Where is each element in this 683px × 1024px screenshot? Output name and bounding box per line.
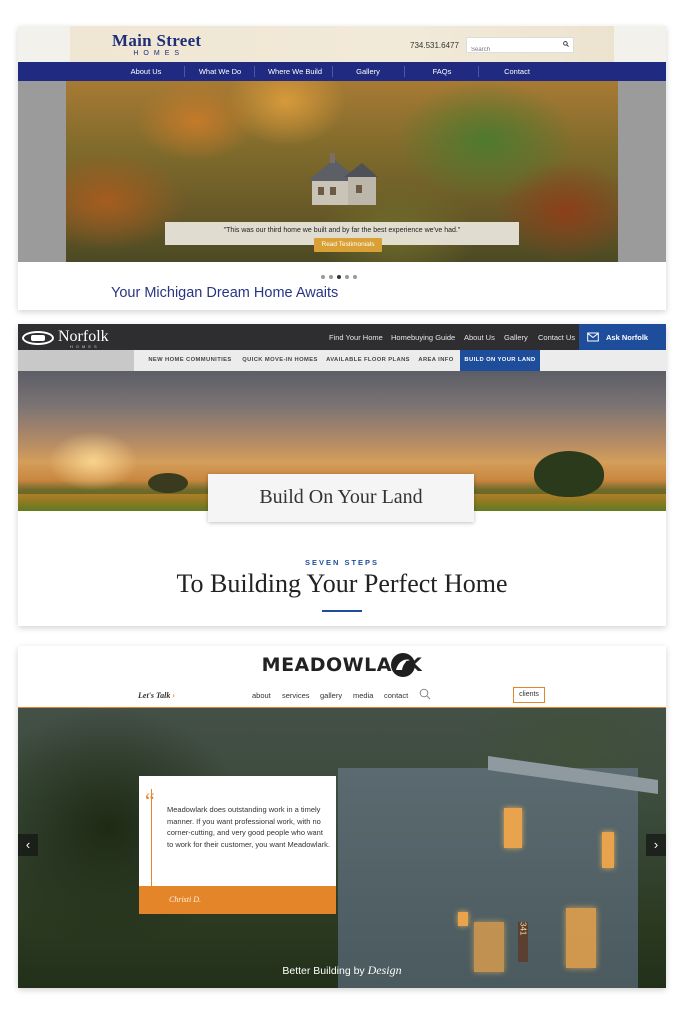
slider-prev-button[interactable]: ‹ (18, 834, 38, 856)
testimonial-quote: "This was our third home we built and by… (223, 227, 461, 234)
ask-norfolk-button[interactable]: Ask Norfolk (579, 324, 666, 350)
house-image (308, 153, 378, 205)
sub-nav-quick-move-in[interactable]: QUICK MOVE-IN HOMES (242, 357, 318, 363)
bird-logo-icon (391, 653, 415, 677)
banner-title: Build On Your Land (259, 486, 423, 508)
menu-gallery[interactable]: gallery (320, 691, 342, 700)
norfolk-logo[interactable]: Norfolk HOMES (22, 328, 132, 349)
ask-norfolk-label: Ask Norfolk (606, 333, 649, 342)
phone-number[interactable]: 734.531.6477 (410, 41, 459, 50)
lit-window (602, 832, 614, 868)
nav-item-contact[interactable]: Contact (504, 67, 530, 76)
nav-divider (332, 66, 333, 77)
clients-button[interactable]: clients (513, 687, 545, 703)
lets-talk-label: Let's Talk (138, 691, 171, 700)
sun-glow (48, 431, 138, 491)
envelope-icon (587, 332, 599, 342)
menu-services[interactable]: services (282, 691, 310, 700)
meadowlark-site-screenshot: MEADOWLARK Let's Talk › about services g… (18, 646, 666, 988)
norfolk-top-bar: Norfolk HOMES Find Your Home Homebuying … (18, 324, 666, 350)
search-input[interactable] (467, 43, 559, 57)
nav-divider (404, 66, 405, 77)
nav-divider (254, 66, 255, 77)
sub-nav: NEW HOME COMMUNITIES QUICK MOVE-IN HOMES… (18, 350, 666, 371)
top-nav-find-your-home[interactable]: Find Your Home (329, 333, 383, 342)
footer-tagline: Better Building by Design (18, 963, 666, 978)
search-icon[interactable] (419, 688, 431, 700)
mainstreet-header: Main Street HOMES 734.531.6477 (18, 26, 666, 62)
slide-dot-active[interactable] (337, 275, 341, 279)
heading-underline (322, 610, 362, 612)
house-number-digits: 341 (518, 922, 528, 936)
sub-nav-floor-plans[interactable]: AVAILABLE FLOOR PLANS (326, 357, 410, 363)
footer-tagline-emphasis: Design (367, 963, 402, 977)
section-heading: To Building Your Perfect Home (176, 569, 508, 598)
meadowlark-logo[interactable]: MEADOWLARK (18, 654, 666, 676)
sub-nav-active-label: BUILD ON YOUR LAND (464, 357, 536, 363)
sub-nav-area-info[interactable]: AREA INFO (418, 357, 453, 363)
mainstreet-logo-sub: HOMES (133, 50, 185, 57)
norfolk-logo-mark (22, 331, 54, 345)
nav-item-gallery[interactable]: Gallery (356, 67, 380, 76)
distant-trees (148, 473, 188, 493)
testimonial-author-bar: Christi D. (139, 886, 336, 914)
tagline: Your Michigan Dream Home Awaits (111, 285, 339, 301)
lit-window (566, 908, 596, 968)
footer-tagline-prefix: Better Building by (282, 965, 365, 977)
sub-nav-build-on-your-land[interactable]: BUILD ON YOUR LAND (460, 350, 540, 371)
house-night-photo: 341 (18, 708, 666, 988)
slide-dot[interactable] (321, 275, 325, 279)
sub-nav-new-home-communities[interactable]: NEW HOME COMMUNITIES (148, 357, 231, 363)
read-testimonials-button[interactable]: Read Testimonials (314, 238, 382, 252)
top-nav-about-us[interactable]: About Us (464, 333, 495, 342)
mainstreet-logo-name: Main Street (112, 31, 202, 50)
slider-pagination (321, 266, 361, 284)
hero-slider: "This was our third home we built and by… (18, 81, 666, 262)
search-icon[interactable] (563, 41, 569, 47)
top-nav-homebuying-guide[interactable]: Homebuying Guide (391, 333, 455, 342)
slider-next-button[interactable]: › (646, 834, 666, 856)
top-nav-contact-us[interactable]: Contact Us (538, 333, 575, 342)
house-number: 341 (518, 922, 528, 962)
nav-item-what-we-do[interactable]: What We Do (199, 67, 241, 76)
lets-talk-link[interactable]: Let's Talk › (138, 691, 175, 700)
chevron-right-icon: › (172, 691, 176, 700)
nav-item-about-us[interactable]: About Us (131, 67, 162, 76)
testimonial-author: Christi D. (169, 895, 202, 904)
banner-title-box: Build On Your Land (208, 474, 474, 522)
slide-dot[interactable] (329, 275, 333, 279)
nav-divider (184, 66, 185, 77)
chevron-left-icon: ‹ (25, 837, 31, 852)
testimonial-overlay: "This was our third home we built and by… (165, 222, 519, 252)
menu-media[interactable]: media (353, 691, 373, 700)
nav-item-where-we-build[interactable]: Where We Build (268, 67, 322, 76)
chevron-right-icon: › (653, 837, 659, 852)
norfolk-logo-sub: HOMES (70, 344, 100, 349)
tree (534, 451, 604, 497)
menu-about[interactable]: about (252, 691, 271, 700)
mainstreet-site-screenshot: Main Street HOMES 734.531.6477 About Us … (18, 26, 666, 310)
search-box (466, 37, 574, 57)
top-nav-gallery[interactable]: Gallery (504, 333, 528, 342)
porch-light (458, 912, 468, 926)
slide-dot[interactable] (345, 275, 349, 279)
slide-dot[interactable] (353, 275, 357, 279)
mainstreet-logo[interactable]: Main Street HOMES (112, 32, 201, 58)
norfolk-site-screenshot: Norfolk HOMES Find Your Home Homebuying … (18, 324, 666, 626)
quote-mark-icon: “ (145, 788, 155, 813)
nav-divider (478, 66, 479, 77)
testimonial-text: Meadowlark does outstanding work in a ti… (167, 805, 330, 849)
eyebrow-label: SEVEN STEPS (304, 558, 380, 567)
lit-window (504, 808, 522, 848)
nav-item-faqs[interactable]: FAQs (433, 67, 452, 76)
main-nav: About Us What We Do Where We Build Galle… (18, 62, 666, 81)
menu-contact[interactable]: contact (384, 691, 408, 700)
